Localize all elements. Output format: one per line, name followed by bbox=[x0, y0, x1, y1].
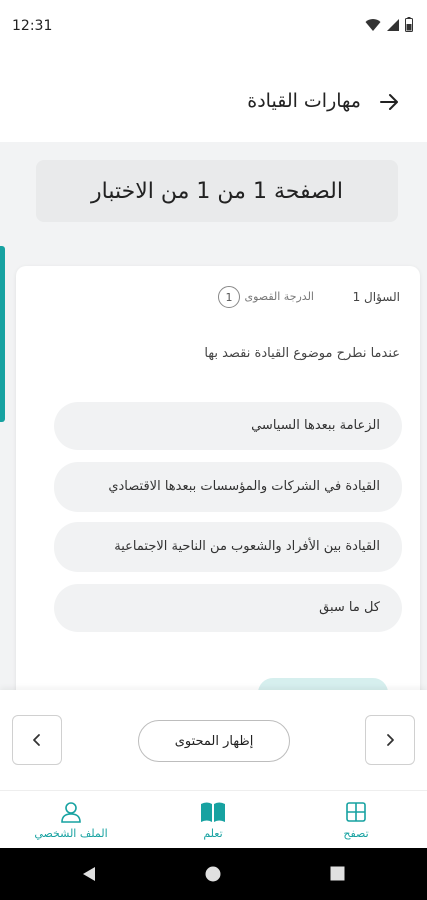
system-nav-bar bbox=[0, 848, 427, 900]
bottom-controls: إظهار المحتوى bbox=[0, 690, 427, 790]
cellular-signal-icon bbox=[387, 18, 399, 31]
tab-profile-label: الملف الشخصي bbox=[34, 827, 108, 840]
tab-learn[interactable]: تعلم bbox=[158, 801, 268, 840]
tab-browse-label: تصفح bbox=[343, 827, 369, 840]
question-number: السؤال 1 bbox=[352, 290, 400, 304]
chevron-right-icon bbox=[387, 734, 394, 746]
bottom-nav: تصفح تعلم الملف الشخصي bbox=[0, 790, 427, 848]
system-home-icon[interactable] bbox=[205, 866, 221, 882]
submit-button[interactable] bbox=[258, 678, 388, 690]
next-button[interactable] bbox=[12, 715, 62, 765]
tab-browse[interactable]: تصفح bbox=[301, 801, 411, 840]
tab-profile[interactable]: الملف الشخصي bbox=[16, 801, 126, 840]
max-grade-label: الدرجة القصوى bbox=[244, 290, 315, 303]
page-title: مهارات القيادة bbox=[247, 90, 361, 112]
grid-icon bbox=[346, 802, 366, 822]
question-text: عندما نطرح موضوع القيادة نقصد بها bbox=[204, 346, 400, 361]
status-icons bbox=[365, 17, 413, 32]
show-content-button[interactable]: إظهار المحتوى bbox=[138, 720, 290, 762]
system-back-icon[interactable] bbox=[82, 866, 96, 882]
answer-option-1[interactable]: الزعامة ببعدها السياسي bbox=[54, 402, 402, 450]
max-grade-value: 1 bbox=[218, 286, 240, 308]
wifi-icon bbox=[365, 18, 381, 31]
book-icon bbox=[201, 802, 225, 822]
profile-icon bbox=[61, 802, 81, 823]
back-arrow-icon[interactable] bbox=[377, 90, 401, 114]
previous-button[interactable] bbox=[365, 715, 415, 765]
status-time: 12:31 bbox=[12, 18, 53, 34]
side-progress-indicator bbox=[0, 246, 5, 422]
chevron-left-icon bbox=[33, 734, 40, 746]
page-banner: الصفحة 1 من 1 من الاختبار bbox=[36, 160, 398, 222]
question-card: السؤال 1 الدرجة القصوى 1 عندما نطرح موضو… bbox=[16, 266, 420, 690]
answer-option-4[interactable]: كل ما سبق bbox=[54, 584, 402, 632]
battery-icon bbox=[405, 17, 413, 32]
app-header: مهارات القيادة bbox=[0, 56, 427, 142]
content-area[interactable]: الصفحة 1 من 1 من الاختبار السؤال 1 الدرج… bbox=[0, 142, 427, 690]
system-recents-icon[interactable] bbox=[330, 866, 345, 881]
tab-learn-label: تعلم bbox=[203, 827, 223, 840]
status-bar: 12:31 bbox=[0, 0, 427, 56]
answer-option-2[interactable]: القيادة في الشركات والمؤسسات ببعدها الاق… bbox=[54, 462, 402, 512]
answer-option-3[interactable]: القيادة بين الأفراد والشعوب من الناحية ا… bbox=[54, 522, 402, 572]
